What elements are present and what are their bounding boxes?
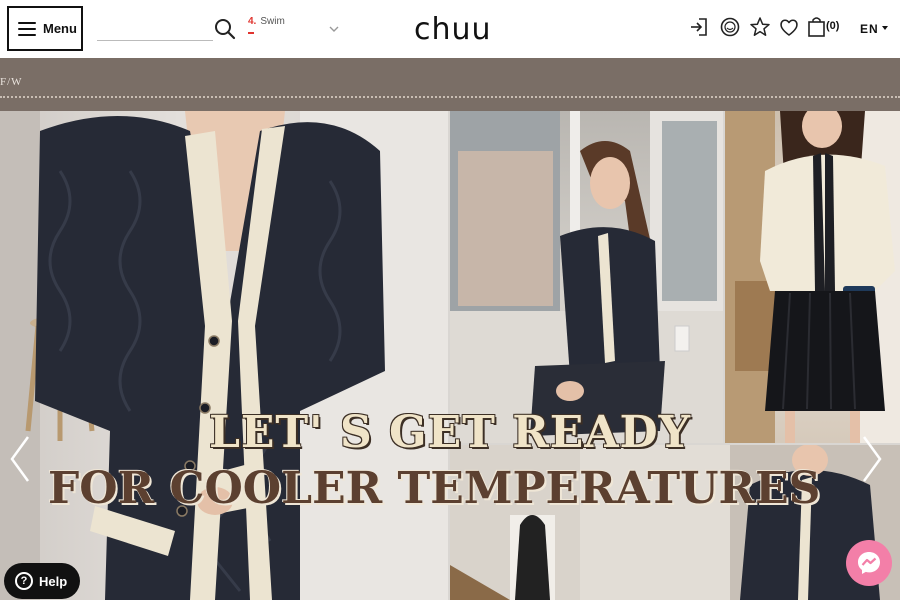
hero-banner[interactable]: LET' S GET READY FOR COOLER TEMPERATURES (0, 111, 900, 600)
smile-icon[interactable] (719, 15, 741, 39)
hero-headline-line2: FOR COOLER TEMPERATURES (48, 463, 821, 514)
search-input[interactable] (97, 40, 213, 41)
messenger-icon (858, 552, 880, 574)
category-label[interactable]: F/W (0, 76, 23, 88)
category-strip: F/W (0, 58, 900, 111)
help-button[interactable]: ? Help (4, 563, 80, 599)
heart-icon[interactable] (778, 15, 800, 39)
language-selector[interactable]: EN (860, 22, 879, 36)
shopping-bag-icon[interactable] (806, 15, 828, 39)
hero-photo-window (450, 111, 723, 443)
help-label: Help (39, 573, 68, 589)
star-icon[interactable] (749, 15, 771, 39)
trending-rank: 4. (248, 16, 257, 27)
login-icon[interactable] (688, 15, 710, 39)
search-icon[interactable] (213, 17, 237, 41)
hamburger-icon (18, 21, 36, 36)
hero-photo-main (0, 111, 448, 600)
site-logo[interactable]: chuu (414, 12, 492, 47)
menu-label: Menu (43, 21, 77, 36)
trending-term: Swim (260, 16, 285, 27)
hero-headline-line1: LET' S GET READY (208, 407, 692, 458)
site-header: Menu 4. Swim chuu (0) EN (0, 0, 900, 58)
cart-count[interactable]: (0) (826, 20, 839, 32)
menu-button[interactable]: Menu (7, 6, 83, 51)
dotted-divider (0, 96, 900, 98)
hero-photo-cream-cardigan (725, 111, 900, 443)
help-icon: ? (15, 572, 33, 590)
trending-search[interactable]: 4. Swim (248, 16, 285, 34)
chevron-down-icon[interactable] (882, 26, 888, 30)
messenger-button[interactable] (846, 540, 892, 586)
chevron-down-icon[interactable] (328, 24, 340, 34)
trending-indicator (248, 32, 254, 34)
